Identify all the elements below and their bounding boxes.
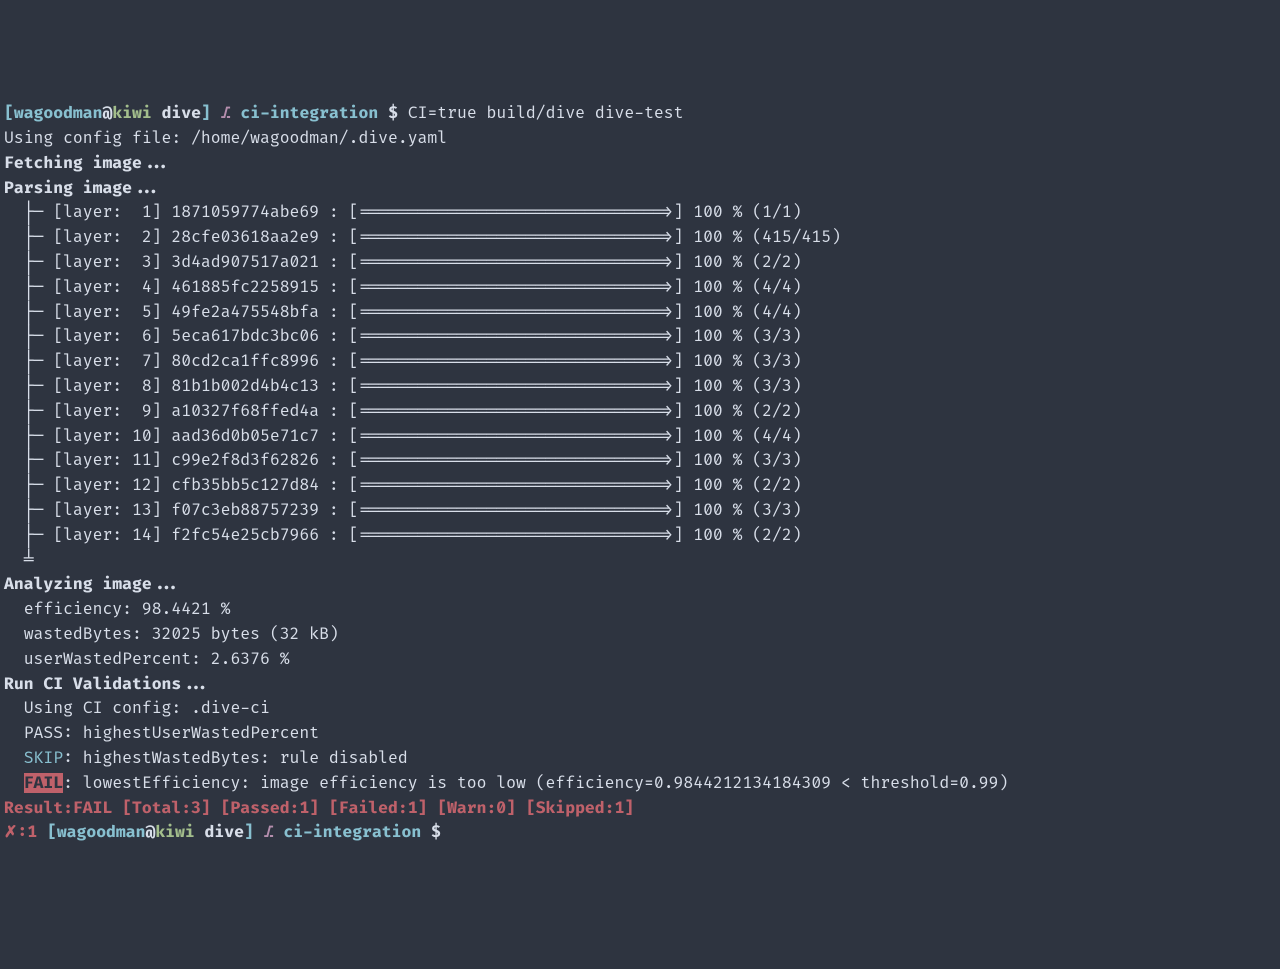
terminal[interactable]: [wagoodman@kiwi dive] ⎇ ci-integration $… bbox=[4, 101, 1276, 845]
parsing-line: Parsing image... bbox=[4, 176, 1276, 201]
bracket-close: ] bbox=[244, 822, 254, 842]
run-ci-line: Run CI Validations... bbox=[4, 672, 1276, 697]
branch-icon: ⎇ bbox=[254, 822, 284, 842]
fail-text: : lowestEfficiency: image efficiency is … bbox=[63, 773, 1008, 793]
tree-end-line: ╧ bbox=[4, 548, 1276, 573]
analyzing-line: Analyzing image... bbox=[4, 572, 1276, 597]
prompt-dollar: $ bbox=[421, 822, 451, 842]
fail-prefix-spaces bbox=[4, 773, 24, 793]
exit-code-badge: ✗:1 bbox=[4, 822, 37, 842]
layer-row: ├─ [layer: 4] 461885fc2258915 : [=======… bbox=[4, 275, 1276, 300]
layer-row: ├─ [layer: 2] 28cfe03618aa2e9 : [=======… bbox=[4, 225, 1276, 250]
layer-row: ├─ [layer: 11] c99e2f8d3f62826 : [======… bbox=[4, 448, 1276, 473]
efficiency-line: efficiency: 98.4421 % bbox=[4, 597, 1276, 622]
layer-row: ├─ [layer: 6] 5eca617bdc3bc06 : [=======… bbox=[4, 324, 1276, 349]
layers-list: ├─ [layer: 1] 1871059774abe69 : [=======… bbox=[4, 200, 1276, 547]
cwd: dive bbox=[152, 103, 201, 123]
fail-badge: FAIL bbox=[24, 773, 63, 793]
command-text: CI=true build/dive dive-test bbox=[408, 103, 684, 123]
prompt-line-2[interactable]: ✗:1 [wagoodman@kiwi dive] ⎇ ci-integrati… bbox=[4, 820, 1276, 845]
layer-row: ├─ [layer: 13] f07c3eb88757239 : [======… bbox=[4, 498, 1276, 523]
pass-badge: PASS bbox=[4, 723, 63, 743]
wasted-bytes-line: wastedBytes: 32025 bytes (32 kB) bbox=[4, 622, 1276, 647]
hostname: kiwi bbox=[112, 103, 151, 123]
layer-row: ├─ [layer: 3] 3d4ad907517a021 : [=======… bbox=[4, 250, 1276, 275]
bracket-open: [ bbox=[47, 822, 57, 842]
cwd: dive bbox=[195, 822, 244, 842]
ci-config-line: Using CI config: .dive-ci bbox=[4, 696, 1276, 721]
at-sign: @ bbox=[102, 103, 112, 123]
skip-line: SKIP: highestWastedBytes: rule disabled bbox=[4, 746, 1276, 771]
user-wasted-line: userWastedPercent: 2.6376 % bbox=[4, 647, 1276, 672]
pass-text: : highestUserWastedPercent bbox=[63, 723, 319, 743]
bracket-close: ] bbox=[201, 103, 211, 123]
layer-row: ├─ [layer: 10] aad36d0b05e71c7 : [======… bbox=[4, 424, 1276, 449]
hostname: kiwi bbox=[155, 822, 194, 842]
username: wagoodman bbox=[14, 103, 103, 123]
layer-row: ├─ [layer: 8] 81b1b002d4b4c13 : [=======… bbox=[4, 374, 1276, 399]
username: wagoodman bbox=[57, 822, 146, 842]
branch-icon: ⎇ bbox=[211, 103, 241, 123]
space bbox=[37, 822, 47, 842]
git-branch: ci-integration bbox=[240, 103, 378, 123]
layer-row: ├─ [layer: 1] 1871059774abe69 : [=======… bbox=[4, 200, 1276, 225]
prompt-line-1: [wagoodman@kiwi dive] ⎇ ci-integration $… bbox=[4, 101, 1276, 126]
result-line: Result:FAIL [Total:3] [Passed:1] [Failed… bbox=[4, 796, 1276, 821]
layer-row: ├─ [layer: 5] 49fe2a475548bfa : [=======… bbox=[4, 300, 1276, 325]
layer-row: ├─ [layer: 14] f2fc54e25cb7966 : [======… bbox=[4, 523, 1276, 548]
git-branch: ci-integration bbox=[283, 822, 421, 842]
prompt-dollar: $ bbox=[378, 103, 408, 123]
layer-row: ├─ [layer: 7] 80cd2ca1ffc8996 : [=======… bbox=[4, 349, 1276, 374]
bracket-open: [ bbox=[4, 103, 14, 123]
skip-text: : highestWastedBytes: rule disabled bbox=[63, 748, 408, 768]
pass-line: PASS: highestUserWastedPercent bbox=[4, 721, 1276, 746]
fail-line: FAIL: lowestEfficiency: image efficiency… bbox=[4, 771, 1276, 796]
skip-badge: SKIP bbox=[4, 748, 63, 768]
config-line: Using config file: /home/wagoodman/.dive… bbox=[4, 126, 1276, 151]
fetching-line: Fetching image... bbox=[4, 151, 1276, 176]
layer-row: ├─ [layer: 9] a10327f68ffed4a : [=======… bbox=[4, 399, 1276, 424]
at-sign: @ bbox=[145, 822, 155, 842]
layer-row: ├─ [layer: 12] cfb35bb5c127d84 : [======… bbox=[4, 473, 1276, 498]
